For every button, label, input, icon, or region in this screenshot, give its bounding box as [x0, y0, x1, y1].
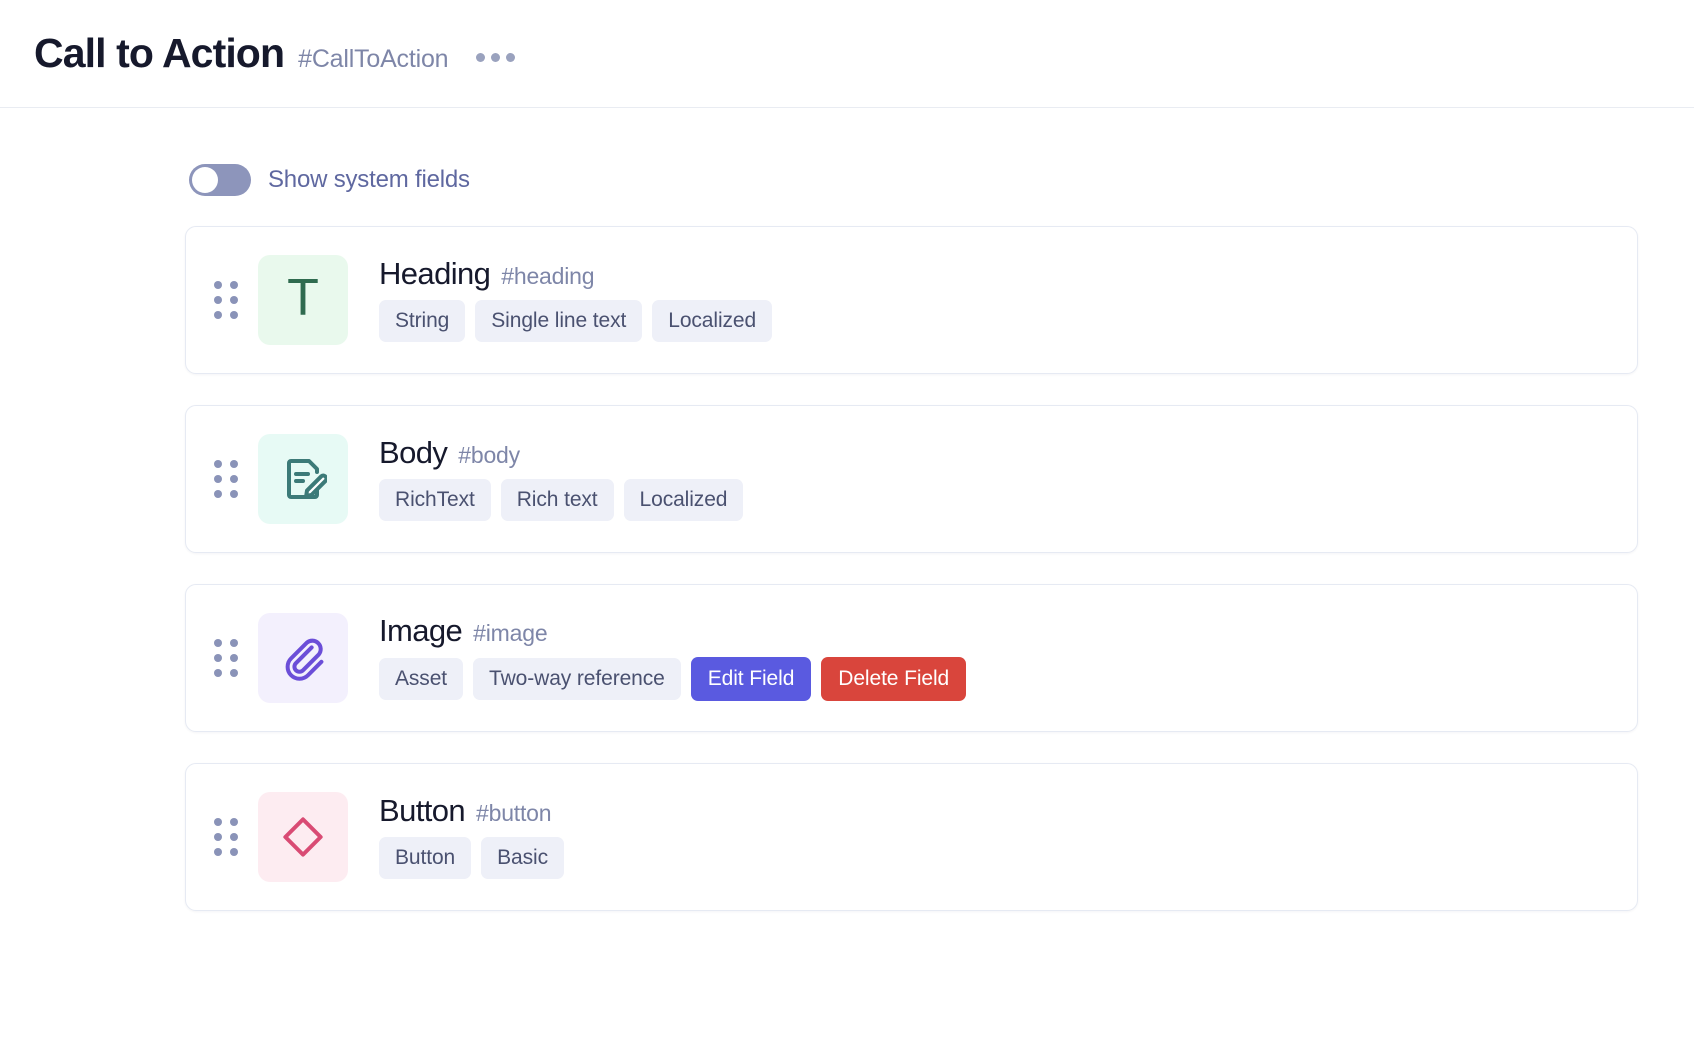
field-body: Image #image AssetTwo-way referenceEdit Fi… — [379, 615, 966, 702]
toggle-knob — [192, 167, 218, 193]
ellipsis-dot — [491, 53, 500, 62]
show-system-fields-toggle[interactable] — [189, 164, 251, 196]
ellipsis-dot — [476, 53, 485, 62]
drag-dot — [230, 833, 238, 841]
field-title-line: Body #body — [379, 437, 743, 470]
field-tags: ButtonBasic — [379, 837, 564, 879]
field-icon-tile — [258, 434, 348, 524]
drag-dot — [214, 669, 222, 677]
field-name: Image — [379, 615, 462, 648]
text-type-icon: T — [287, 272, 319, 324]
field-name: Heading — [379, 258, 490, 291]
field-slug: #body — [458, 442, 520, 469]
field-icon-tile — [258, 792, 348, 882]
field-tag: Basic — [481, 837, 564, 879]
field-tag: Asset — [379, 658, 463, 700]
edit-field-button[interactable]: Edit Field — [691, 657, 812, 701]
field-tags: AssetTwo-way referenceEdit FieldDelete F… — [379, 657, 966, 701]
drag-dot — [230, 460, 238, 468]
drag-dot — [230, 818, 238, 826]
ellipsis-horizontal-icon[interactable] — [474, 47, 517, 68]
drag-dot — [214, 639, 222, 647]
field-card[interactable]: T Heading #heading StringSingle line textLo… — [185, 226, 1638, 374]
field-tag: String — [379, 300, 465, 342]
header-inner: Call to Action #CallToAction — [34, 33, 517, 74]
field-slug: #button — [476, 800, 551, 827]
delete-field-button[interactable]: Delete Field — [821, 657, 966, 701]
drag-dot — [230, 639, 238, 647]
drag-dot — [230, 669, 238, 677]
drag-handle[interactable] — [214, 460, 240, 498]
drag-dot — [214, 654, 222, 662]
field-list: THeading#headingStringSingle line textLo… — [185, 226, 1638, 911]
field-card[interactable]: Button#buttonButtonBasic — [185, 763, 1638, 911]
field-tag: Localized — [652, 300, 772, 342]
field-tag: Localized — [624, 479, 744, 521]
field-tag: Single line text — [475, 300, 642, 342]
drag-dot — [214, 833, 222, 841]
field-tag: Button — [379, 837, 471, 879]
drag-dot — [214, 311, 222, 319]
field-tag: RichText — [379, 479, 491, 521]
page-slug: #CallToAction — [298, 45, 448, 74]
field-card[interactable]: Body #body RichTextRich textLocalized — [185, 405, 1638, 553]
drag-dot — [230, 296, 238, 304]
drag-dot — [230, 654, 238, 662]
page-header: Call to Action #CallToAction — [0, 0, 1694, 108]
paperclip-icon — [280, 635, 326, 681]
field-slug: #image — [473, 620, 547, 647]
ellipsis-dot — [506, 53, 515, 62]
field-body: Button#buttonButtonBasic — [379, 795, 564, 880]
drag-handle[interactable] — [214, 639, 240, 677]
field-card[interactable]: Image #image AssetTwo-way referenceEdit Fi… — [185, 584, 1638, 732]
field-body: Body #body RichTextRich textLocalized — [379, 437, 743, 522]
drag-dot — [230, 848, 238, 856]
field-slug: #heading — [501, 263, 594, 290]
field-tag: Rich text — [501, 479, 614, 521]
field-icon-tile — [258, 613, 348, 703]
drag-dot — [230, 490, 238, 498]
drag-dot — [230, 311, 238, 319]
drag-dot — [214, 460, 222, 468]
field-tags: StringSingle line textLocalized — [379, 300, 772, 342]
field-tags: RichTextRich textLocalized — [379, 479, 743, 521]
field-title-line: Button #button — [379, 795, 564, 828]
page-title: Call to Action — [34, 33, 284, 74]
drag-handle[interactable] — [214, 281, 240, 319]
field-title-line: Image #image — [379, 615, 966, 648]
field-body: Heading #heading StringSingle line textLoc… — [379, 258, 772, 343]
content-area: Show system fields T Heading #heading Strin… — [0, 164, 1694, 911]
field-icon-tile: T — [258, 255, 348, 345]
field-name: Button — [379, 795, 465, 828]
drag-dot — [214, 296, 222, 304]
drag-dot — [230, 281, 238, 289]
drag-handle[interactable] — [214, 818, 240, 856]
drag-dot — [230, 475, 238, 483]
show-system-fields-row: Show system fields — [189, 164, 1694, 196]
drag-dot — [214, 490, 222, 498]
drag-dot — [214, 818, 222, 826]
field-tag: Two-way reference — [473, 658, 681, 700]
show-system-fields-label: Show system fields — [268, 166, 470, 194]
drag-dot — [214, 475, 222, 483]
diamond-icon — [280, 814, 326, 860]
drag-dot — [214, 281, 222, 289]
field-title-line: Heading #heading — [379, 258, 772, 291]
field-name: Body — [379, 437, 447, 470]
drag-dot — [214, 848, 222, 856]
document-edit-icon — [279, 455, 327, 503]
